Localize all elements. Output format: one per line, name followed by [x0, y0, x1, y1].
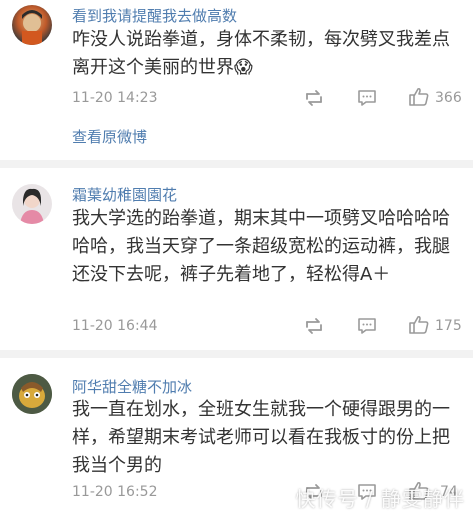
repost-icon[interactable]: [303, 88, 325, 108]
username[interactable]: 看到我请提醒我去做高数: [72, 5, 237, 26]
timestamp: 11-20 14:23: [72, 90, 158, 106]
username[interactable]: 阿华甜全糖不加冰: [72, 376, 192, 397]
like-count: 366: [435, 90, 462, 106]
timestamp: 11-20 16:52: [72, 484, 158, 500]
comment-item: 霜葉幼稚園園花 我大学选的跆拳道，期末其中一项劈叉哈哈哈哈哈哈，我当天穿了一条超…: [0, 168, 473, 350]
avatar[interactable]: [12, 374, 52, 414]
username[interactable]: 霜葉幼稚園園花: [72, 184, 177, 205]
avatar-image: [12, 374, 52, 414]
separator: [0, 350, 473, 358]
avatar-image: [22, 10, 42, 45]
comment-icon[interactable]: [356, 316, 378, 336]
avatar[interactable]: [12, 5, 52, 45]
timestamp: 11-20 16:44: [72, 318, 158, 334]
like-count: 175: [435, 318, 462, 334]
thumbs-up-icon[interactable]: [408, 315, 430, 335]
avatar-image: [20, 188, 44, 224]
comment-icon[interactable]: [356, 88, 378, 108]
separator: [0, 160, 473, 168]
watermark: 快传号 / 静雯静伴: [295, 487, 465, 511]
avatar[interactable]: [12, 184, 52, 224]
repost-icon[interactable]: [303, 316, 325, 336]
thumbs-up-icon[interactable]: [408, 87, 430, 107]
comment-text: 咋没人说跆拳道，身体不柔韧，每次劈叉我差点离开这个美丽的世界😱: [72, 29, 450, 78]
comment-text: 我一直在划水，全班女生就我一个硬得跟男的一样，希望期末考试老师可以看在我板寸的份…: [72, 399, 450, 476]
view-original-link[interactable]: 查看原微博: [72, 126, 147, 147]
comment-text: 我大学选的跆拳道，期末其中一项劈叉哈哈哈哈哈哈，我当天穿了一条超级宽松的运动裤，…: [72, 208, 450, 285]
comment-item: 看到我请提醒我去做高数 咋没人说跆拳道，身体不柔韧，每次劈叉我差点离开这个美丽的…: [0, 0, 473, 160]
